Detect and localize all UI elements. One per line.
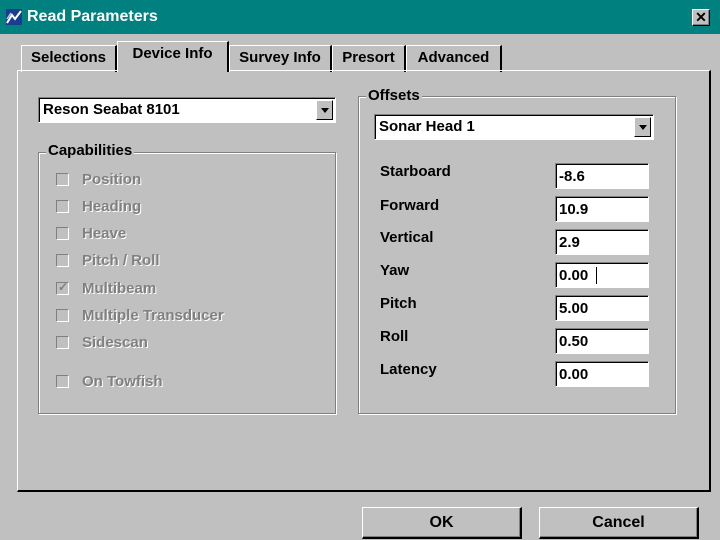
tab-label: Selections bbox=[30, 49, 107, 66]
checkbox-label: Heading bbox=[82, 198, 142, 215]
latency-label: Latency bbox=[380, 361, 437, 378]
checkbox-box[interactable] bbox=[56, 309, 69, 322]
app-icon bbox=[6, 9, 22, 25]
sonar-head-value: Sonar Head 1 bbox=[379, 118, 475, 135]
pitch-field[interactable]: 5.00 bbox=[555, 295, 649, 321]
vertical-value: 2.9 bbox=[559, 234, 580, 251]
chevron-down-icon bbox=[321, 108, 329, 113]
close-button[interactable]: ✕ bbox=[692, 9, 710, 26]
tab-advanced[interactable]: Advanced bbox=[406, 45, 502, 72]
checkbox-label: Sidescan bbox=[82, 334, 148, 351]
roll-value: 0.50 bbox=[559, 333, 589, 350]
checkmark-icon: ✓ bbox=[58, 280, 69, 294]
device-select[interactable]: Reson Seabat 8101 bbox=[38, 97, 336, 123]
checkbox-label: Heave bbox=[82, 225, 127, 242]
latency-field[interactable]: 0.00 bbox=[555, 361, 649, 387]
checkbox-box[interactable] bbox=[56, 173, 69, 186]
sonar-head-select[interactable]: Sonar Head 1 bbox=[374, 114, 654, 140]
tab-selections[interactable]: Selections bbox=[21, 45, 117, 72]
checkbox-box[interactable] bbox=[56, 227, 69, 240]
checkbox-box[interactable] bbox=[56, 375, 69, 388]
ok-button-label: OK bbox=[429, 514, 454, 531]
forward-value: 10.9 bbox=[559, 201, 589, 218]
checkbox-label: Multiple Transducer bbox=[82, 307, 224, 324]
yaw-value: 0.00 bbox=[559, 267, 589, 284]
forward-field[interactable]: 10.9 bbox=[555, 196, 649, 222]
checkbox-box[interactable] bbox=[56, 336, 69, 349]
yaw-field[interactable]: 0.00 bbox=[555, 262, 649, 288]
tab-device-info[interactable]: Device Info bbox=[117, 41, 229, 72]
checkbox-label: Multibeam bbox=[82, 280, 157, 297]
tab-presort[interactable]: Presort bbox=[332, 45, 406, 72]
vertical-label: Vertical bbox=[380, 229, 434, 246]
starboard-label: Starboard bbox=[380, 163, 451, 180]
close-icon: ✕ bbox=[695, 9, 707, 25]
ok-button[interactable]: OK bbox=[362, 507, 522, 539]
tab-survey-info[interactable]: Survey Info bbox=[229, 45, 332, 72]
roll-label: Roll bbox=[380, 328, 409, 345]
checkbox-box[interactable] bbox=[56, 254, 69, 267]
tab-label: Advanced bbox=[417, 49, 490, 66]
starboard-field[interactable]: -8.6 bbox=[555, 163, 649, 189]
checkbox-label: On Towfish bbox=[82, 373, 163, 390]
starboard-value: -8.6 bbox=[559, 168, 585, 185]
checkbox-label: Pitch / Roll bbox=[82, 252, 160, 269]
checkbox-label: Position bbox=[82, 171, 142, 188]
latency-value: 0.00 bbox=[559, 366, 589, 383]
chevron-down-icon bbox=[639, 125, 647, 130]
text-caret bbox=[596, 267, 597, 284]
tab-label: Device Info bbox=[132, 45, 213, 62]
pitch-value: 5.00 bbox=[559, 300, 589, 317]
capabilities-label: Capabilities bbox=[46, 142, 135, 159]
device-dropdown-button[interactable] bbox=[316, 100, 333, 120]
forward-label: Forward bbox=[380, 197, 440, 214]
window-title: Read Parameters bbox=[27, 8, 158, 25]
device-select-value: Reson Seabat 8101 bbox=[43, 101, 180, 118]
tab-label: Presort bbox=[342, 49, 395, 66]
pitch-label: Pitch bbox=[380, 295, 417, 312]
vertical-field[interactable]: 2.9 bbox=[555, 229, 649, 255]
checkbox-box[interactable] bbox=[56, 200, 69, 213]
cancel-button[interactable]: Cancel bbox=[539, 507, 699, 539]
offsets-label: Offsets bbox=[366, 87, 422, 104]
sonar-head-dropdown-button[interactable] bbox=[634, 117, 651, 137]
roll-field[interactable]: 0.50 bbox=[555, 328, 649, 354]
checkbox-box[interactable]: ✓ bbox=[56, 280, 69, 295]
yaw-label: Yaw bbox=[380, 262, 410, 279]
tab-label: Survey Info bbox=[239, 49, 321, 66]
title-bar: Read Parameters ✕ bbox=[0, 0, 720, 34]
cancel-button-label: Cancel bbox=[592, 514, 645, 531]
